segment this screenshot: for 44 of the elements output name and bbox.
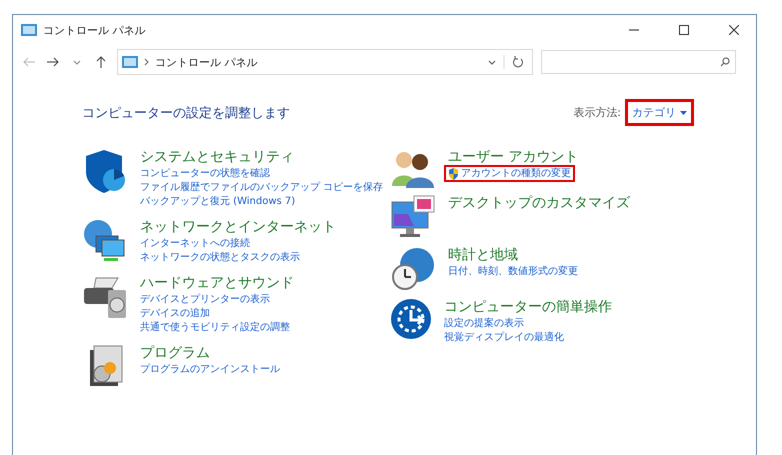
window-title: コントロール パネル [43, 22, 146, 38]
category-link[interactable]: ユーザー アカウント [448, 148, 578, 166]
task-link[interactable]: 共通で使うモビリティ設定の調整 [136, 319, 294, 336]
category-link[interactable]: ハードウェアとサウンド [140, 274, 294, 292]
task-link[interactable]: アカウントの種類の変更 [444, 165, 575, 182]
task-link[interactable]: 視覚ディスプレイの最適化 [440, 329, 568, 346]
maximize-icon [679, 25, 689, 35]
category-link[interactable]: ネットワークとインターネット [140, 218, 336, 236]
close-icon [729, 25, 739, 35]
category-link[interactable]: デスクトップのカスタマイズ [448, 194, 630, 212]
page-heading: コンピューターの設定を調整します [82, 104, 290, 122]
task-link[interactable]: ファイル履歴でファイルのバックアップ コピーを保存 [136, 179, 388, 196]
back-arrow-icon [23, 57, 35, 67]
address-bar[interactable]: コントロール パネル [117, 49, 533, 75]
task-link[interactable]: 日付、時刻、数値形式の変更 [444, 263, 582, 280]
caret-icon [680, 110, 687, 114]
task-link[interactable]: インターネットへの接続 [136, 235, 254, 252]
task-link[interactable]: デバイスの追加 [136, 305, 214, 322]
search-field[interactable] [541, 50, 736, 74]
task-link[interactable]: コンピューターの状態を確認 [136, 165, 274, 182]
view-by-dropdown[interactable]: カテゴリ [625, 99, 694, 126]
task-link[interactable]: プログラムのアンインストール [136, 361, 284, 378]
task-link[interactable]: デバイスとプリンターの表示 [136, 291, 274, 308]
accessibility-clock-icon [390, 298, 432, 340]
shield-icon [448, 168, 459, 180]
address-path: コントロール パネル [155, 54, 258, 70]
forward-arrow-icon [47, 57, 59, 67]
category-link[interactable]: プログラム [140, 344, 284, 362]
clock-globe-icon [390, 246, 436, 292]
chevron-down-icon [73, 60, 81, 64]
control-panel-icon [122, 56, 138, 68]
up-arrow-icon [96, 56, 106, 68]
task-link[interactable]: ネットワークの状態とタスクの表示 [136, 249, 304, 266]
chevron-icon [144, 58, 149, 66]
task-link[interactable]: 設定の提案の表示 [440, 315, 528, 332]
monitor-icon [390, 194, 436, 240]
control-panel-icon [21, 24, 37, 36]
view-by-label: 表示方法: [573, 105, 621, 120]
category-link[interactable]: コンピューターの簡単操作 [444, 298, 612, 316]
search-icon [720, 57, 730, 67]
task-link[interactable]: バックアップと復元 (Windows 7) [136, 193, 300, 210]
category-link[interactable]: システムとセキュリティ [140, 148, 388, 166]
dropdown-icon[interactable] [488, 60, 496, 64]
category-link[interactable]: 時計と地域 [448, 246, 582, 264]
